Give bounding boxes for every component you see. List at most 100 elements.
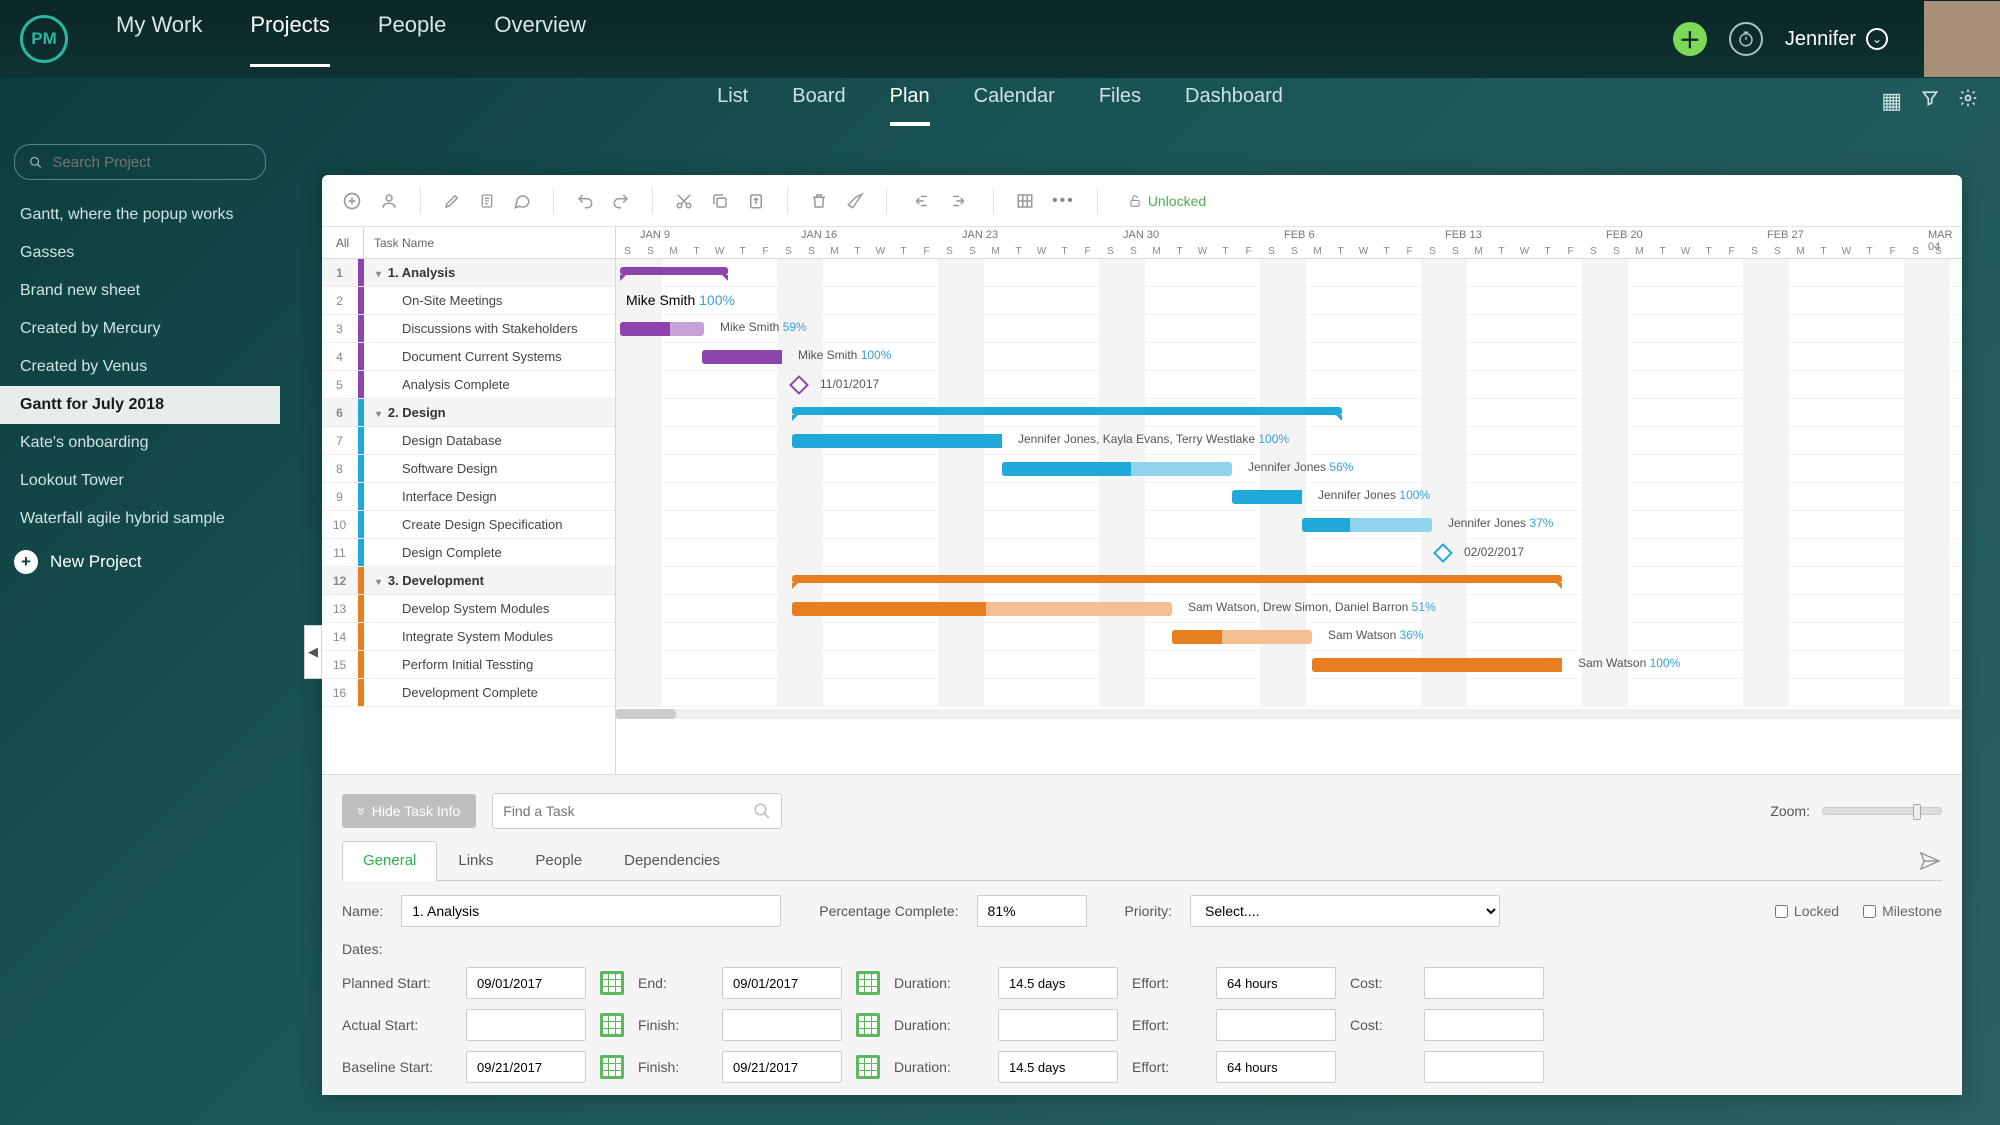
gantt-row[interactable]: Jennifer Jones 56% [616, 455, 1962, 483]
paste-button[interactable] [747, 192, 765, 210]
date-input[interactable] [1424, 1051, 1544, 1083]
topnav-my-work[interactable]: My Work [116, 12, 202, 67]
date-input[interactable] [722, 967, 842, 999]
find-task-input[interactable] [503, 803, 753, 819]
gantt-row[interactable]: Jennifer Jones 100% [616, 483, 1962, 511]
name-input[interactable] [401, 895, 781, 927]
project-item[interactable]: Waterfall agile hybrid sample [14, 500, 266, 538]
priority-select[interactable]: Select.... [1190, 895, 1500, 927]
project-item[interactable]: Created by Mercury [14, 310, 266, 348]
date-input[interactable] [998, 967, 1118, 999]
gantt-row[interactable] [616, 399, 1962, 427]
locked-checkbox[interactable]: Locked [1775, 903, 1839, 919]
date-input[interactable] [722, 1009, 842, 1041]
date-input[interactable] [1216, 967, 1336, 999]
calendar-icon[interactable] [856, 971, 880, 995]
edit-button[interactable] [443, 192, 461, 210]
date-input[interactable] [466, 1009, 586, 1041]
notes-button[interactable] [479, 192, 495, 210]
detail-tab-general[interactable]: General [342, 841, 437, 881]
date-input[interactable] [1216, 1009, 1336, 1041]
add-button[interactable]: ＋ [1673, 22, 1707, 56]
date-input[interactable] [1424, 967, 1544, 999]
columns-button[interactable] [1016, 192, 1034, 210]
detail-tab-people[interactable]: People [514, 841, 603, 880]
gantt-row[interactable]: Mike Smith 59% [616, 315, 1962, 343]
subnav-list[interactable]: List [717, 85, 748, 126]
pct-input[interactable] [977, 895, 1087, 927]
gantt-row[interactable]: Sam Watson 36% [616, 623, 1962, 651]
more-button[interactable]: ••• [1052, 192, 1075, 210]
detail-tab-dependencies[interactable]: Dependencies [603, 841, 741, 880]
project-item[interactable]: Kate's onboarding [14, 424, 266, 462]
indent-button[interactable] [949, 192, 971, 210]
calendar-icon[interactable] [600, 1013, 624, 1037]
outdent-button[interactable] [909, 192, 931, 210]
task-row[interactable]: 123. Development [322, 567, 615, 595]
gantt-row[interactable]: 11/01/2017 [616, 371, 1962, 399]
task-row[interactable]: 11Design Complete [322, 539, 615, 567]
date-input[interactable] [722, 1051, 842, 1083]
select-all-header[interactable]: All [322, 227, 364, 258]
subnav-files[interactable]: Files [1099, 85, 1141, 126]
task-row[interactable]: 10Create Design Specification [322, 511, 615, 539]
date-input[interactable] [998, 1009, 1118, 1041]
calendar-icon[interactable] [856, 1055, 880, 1079]
zoom-slider[interactable] [1822, 807, 1942, 815]
task-row[interactable]: 11. Analysis [322, 259, 615, 287]
timer-button[interactable] [1729, 22, 1763, 56]
milestone-checkbox[interactable]: Milestone [1863, 903, 1942, 919]
task-row[interactable]: 7Design Database [322, 427, 615, 455]
gantt-row[interactable]: Jennifer Jones, Kayla Evans, Terry Westl… [616, 427, 1962, 455]
task-row[interactable]: 15Perform Initial Tessting [322, 651, 615, 679]
collapse-sidebar-button[interactable]: ◀ [304, 625, 322, 679]
filter-icon[interactable] [1920, 88, 1940, 114]
calendar-icon[interactable] [600, 1055, 624, 1079]
cut-button[interactable] [675, 192, 693, 210]
undo-button[interactable] [576, 192, 594, 210]
grid-view-icon[interactable]: ▦ [1881, 88, 1902, 114]
calendar-icon[interactable] [600, 971, 624, 995]
assign-button[interactable] [380, 192, 398, 210]
date-input[interactable] [466, 967, 586, 999]
task-row[interactable]: 2On-Site Meetings [322, 287, 615, 315]
gantt-row[interactable] [616, 259, 1962, 287]
settings-icon[interactable] [1958, 88, 1978, 114]
subnav-board[interactable]: Board [792, 85, 845, 126]
copy-button[interactable] [711, 192, 729, 210]
date-input[interactable] [1216, 1051, 1336, 1083]
gantt-row[interactable] [616, 679, 1962, 707]
find-task-search[interactable] [492, 793, 782, 829]
project-item[interactable]: Brand new sheet [14, 272, 266, 310]
subnav-plan[interactable]: Plan [890, 85, 930, 126]
date-input[interactable] [1424, 1009, 1544, 1041]
send-icon[interactable] [1918, 841, 1942, 880]
gantt-row[interactable]: Sam Watson 100% [616, 651, 1962, 679]
date-input[interactable] [466, 1051, 586, 1083]
comment-button[interactable] [513, 192, 531, 210]
add-task-button[interactable] [342, 191, 362, 211]
task-row[interactable]: 14Integrate System Modules [322, 623, 615, 651]
redo-button[interactable] [612, 192, 630, 210]
calendar-icon[interactable] [856, 1013, 880, 1037]
task-row[interactable]: 4Document Current Systems [322, 343, 615, 371]
gantt-row[interactable]: 02/02/2017 [616, 539, 1962, 567]
task-row[interactable]: 9Interface Design [322, 483, 615, 511]
gantt-row[interactable]: Sam Watson, Drew Simon, Daniel Barron 51… [616, 595, 1962, 623]
search-input[interactable] [52, 154, 251, 171]
search-project[interactable] [14, 144, 266, 180]
project-item[interactable]: Created by Venus [14, 348, 266, 386]
task-row[interactable]: 3Discussions with Stakeholders [322, 315, 615, 343]
hide-task-info-button[interactable]: » Hide Task Info [342, 794, 476, 828]
task-row[interactable]: 62. Design [322, 399, 615, 427]
clear-button[interactable] [846, 192, 864, 210]
subnav-calendar[interactable]: Calendar [974, 85, 1055, 126]
project-item[interactable]: Gantt, where the popup works [14, 196, 266, 234]
topnav-projects[interactable]: Projects [250, 12, 329, 67]
detail-tab-links[interactable]: Links [437, 841, 514, 880]
new-project-button[interactable]: + New Project [14, 550, 266, 574]
horizontal-scrollbar[interactable] [616, 709, 1962, 719]
gantt-chart[interactable]: JAN 9JAN 16JAN 23JAN 30FEB 6FEB 13FEB 20… [616, 227, 1962, 774]
avatar[interactable] [1924, 1, 2000, 77]
user-menu[interactable]: Jennifer ⌄ [1785, 28, 1888, 51]
